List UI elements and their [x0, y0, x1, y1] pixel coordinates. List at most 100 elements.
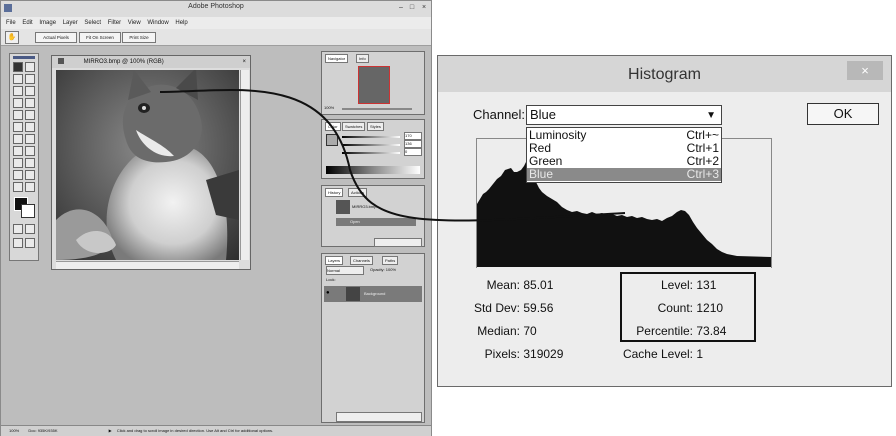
menu-file[interactable]: File	[6, 17, 16, 29]
eraser-tool-icon[interactable]	[13, 122, 23, 132]
color-ramp[interactable]	[326, 166, 420, 174]
eye-icon[interactable]: ●	[326, 290, 330, 296]
chevron-down-icon: ▼	[706, 110, 716, 121]
red-value[interactable]: 170	[404, 132, 422, 140]
menu-help[interactable]: Help	[175, 17, 187, 29]
layer-name[interactable]: Background	[364, 291, 385, 296]
stat-std-dev-value: 59.56	[523, 301, 554, 315]
tab-channels[interactable]: Channels	[350, 256, 373, 265]
blue-slider[interactable]	[342, 152, 400, 154]
menu-layer[interactable]: Layer	[63, 17, 78, 29]
layer-row-background[interactable]: ● Background	[324, 286, 422, 302]
slice-tool-icon[interactable]	[25, 86, 35, 96]
gradient-tool-icon[interactable]	[25, 122, 35, 132]
navigator-thumbnail[interactable]	[358, 66, 390, 104]
menu-select[interactable]: Select	[84, 17, 101, 29]
document-vertical-scrollbar[interactable]	[240, 70, 249, 260]
menu-filter[interactable]: Filter	[108, 17, 121, 29]
blue-value[interactable]: 0	[404, 148, 422, 156]
tab-actions[interactable]: Actions	[348, 188, 368, 197]
history-snapshot-label[interactable]: MIRRO3.bmp	[352, 204, 376, 209]
maximize-icon[interactable]: □	[407, 3, 417, 13]
channel-dropdown-list: Luminosity Ctrl+~ Red Ctrl+1 Green Ctrl+2 B…	[526, 127, 722, 183]
tab-swatches[interactable]: Swatches	[342, 122, 366, 131]
minimize-icon[interactable]: –	[396, 3, 406, 13]
tab-paths[interactable]: Paths	[382, 256, 399, 265]
stat-cache-level-value: 1	[696, 347, 704, 361]
stat-median-value: 70	[523, 324, 537, 338]
zoom-tool-icon[interactable]	[25, 182, 35, 192]
quick-mask-mode-icon[interactable]	[25, 224, 35, 234]
dodge-tool-icon[interactable]	[25, 134, 35, 144]
menu-window[interactable]: Window	[147, 17, 168, 29]
menu-edit[interactable]: Edit	[22, 17, 32, 29]
blur-tool-icon[interactable]	[13, 134, 23, 144]
path-selection-tool-icon[interactable]	[13, 146, 23, 156]
opacity-field[interactable]: Opacity: 100%	[370, 266, 396, 273]
tab-history[interactable]: History	[325, 188, 344, 197]
stat-std-dev: Std Dev: 59.56	[473, 301, 554, 315]
option-blue[interactable]: Blue Ctrl+3	[527, 168, 721, 181]
magic-wand-tool-icon[interactable]	[25, 74, 35, 84]
crop-tool-icon[interactable]	[13, 86, 23, 96]
channel-select[interactable]: Blue ▼	[526, 105, 722, 125]
document-horizontal-scrollbar[interactable]	[56, 261, 239, 269]
fit-on-screen-button[interactable]: Fit On Screen	[79, 32, 121, 43]
healing-brush-tool-icon[interactable]	[13, 98, 23, 108]
stat-count-value: 1210	[696, 301, 724, 315]
history-step-open[interactable]: Open	[336, 218, 416, 226]
close-button[interactable]: ×	[847, 61, 883, 80]
close-icon[interactable]: ×	[419, 3, 429, 13]
status-bar: 100% Doc: 935K/935K ▶ Click and drag to …	[1, 425, 431, 436]
background-color-swatch[interactable]	[21, 204, 35, 218]
lock-label: Lock:	[326, 277, 336, 282]
actual-pixels-button[interactable]: Actual Pixels	[35, 32, 77, 43]
hand-tool-icon[interactable]	[13, 182, 23, 192]
marquee-tool-icon[interactable]	[13, 62, 23, 72]
eyedropper-tool-icon[interactable]	[25, 170, 35, 180]
tab-color[interactable]: Color	[325, 122, 341, 131]
kitten-image	[56, 70, 239, 260]
histogram-dialog: Histogram × Channel: Blue ▼ OK Luminosit…	[437, 55, 892, 387]
shape-tool-icon[interactable]	[25, 158, 35, 168]
navigator-zoom-slider[interactable]	[342, 108, 412, 110]
green-slider[interactable]	[342, 144, 400, 146]
clone-stamp-tool-icon[interactable]	[13, 110, 23, 120]
kitten-photo[interactable]	[56, 70, 239, 260]
history-buttons[interactable]	[374, 238, 422, 247]
hand-tool-icon[interactable]: ✋	[5, 31, 19, 44]
blend-mode-select[interactable]: Normal	[326, 266, 364, 275]
tab-layers[interactable]: Layers	[325, 256, 344, 265]
menu-view[interactable]: View	[128, 17, 141, 29]
standard-mode-icon[interactable]	[13, 224, 23, 234]
channel-label: Channel:	[473, 107, 526, 122]
tab-styles[interactable]: Styles	[367, 122, 384, 131]
pen-tool-icon[interactable]	[13, 158, 23, 168]
menu-image[interactable]: Image	[39, 17, 56, 29]
layer-buttons[interactable]	[336, 412, 422, 422]
stat-percentile-value: 73.84	[696, 324, 727, 338]
color-foreground-swatch[interactable]	[326, 134, 338, 146]
brush-tool-icon[interactable]	[25, 98, 35, 108]
notes-tool-icon[interactable]	[13, 170, 23, 180]
ok-button[interactable]: OK	[807, 103, 879, 125]
full-screen-mode-icon[interactable]	[25, 238, 35, 248]
move-tool-icon[interactable]	[25, 62, 35, 72]
stat-count: Count: 1210	[657, 301, 724, 315]
document-close-icon[interactable]: ×	[242, 56, 246, 68]
type-tool-icon[interactable]	[25, 146, 35, 156]
tab-navigator[interactable]: Navigator	[325, 54, 349, 63]
red-slider[interactable]	[342, 136, 400, 138]
stat-level: Level: 131	[660, 278, 717, 292]
lasso-tool-icon[interactable]	[13, 74, 23, 84]
print-size-button[interactable]: Print Size	[122, 32, 156, 43]
history-snapshot-thumbnail[interactable]	[336, 200, 350, 214]
tab-info[interactable]: Info	[356, 54, 369, 63]
status-zoom[interactable]: 100%	[9, 428, 19, 433]
close-icon: ×	[861, 63, 869, 78]
history-brush-tool-icon[interactable]	[25, 110, 35, 120]
photoshop-titlebar: Adobe Photoshop – □ ×	[1, 1, 431, 18]
screen-mode-icon[interactable]	[13, 238, 23, 248]
green-value[interactable]: 136	[404, 140, 422, 148]
histogram-titlebar: Histogram ×	[438, 56, 891, 92]
